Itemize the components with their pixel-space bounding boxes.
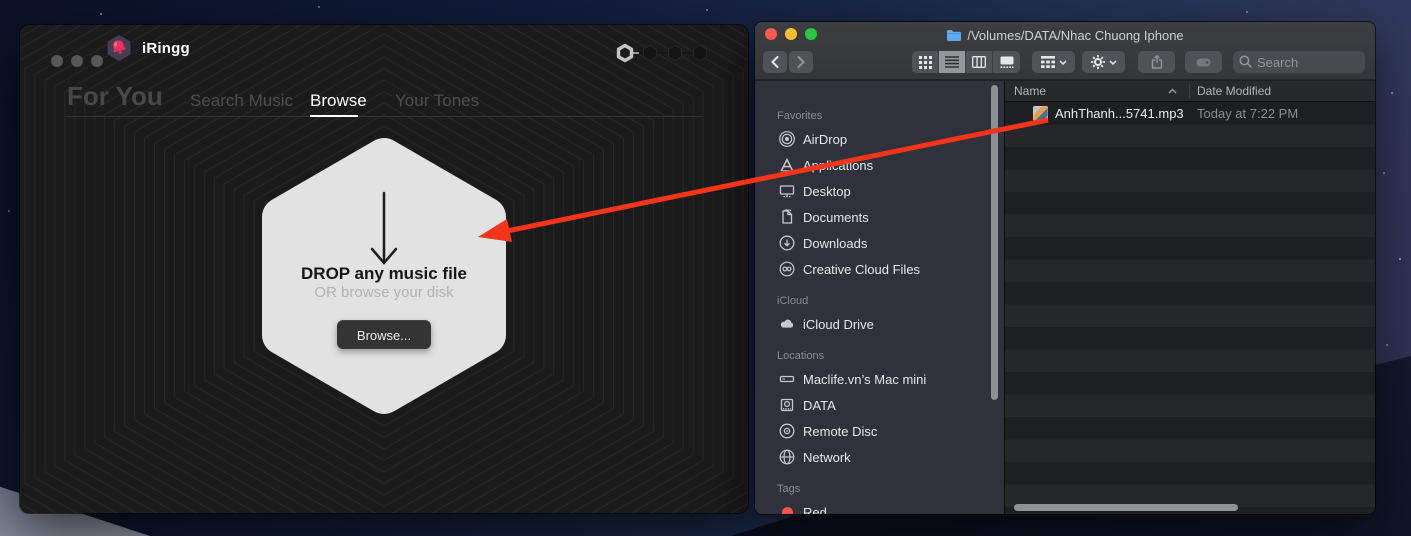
file-name: AnhThanh...5741.mp3 (1055, 106, 1184, 121)
dropzone-title: DROP any music file (234, 264, 534, 284)
tab-separator (65, 116, 703, 117)
list-header: Name Date Modified (1005, 81, 1375, 102)
sidebar-item-applications[interactable]: Applications (779, 153, 986, 177)
sidebar-item-downloads[interactable]: Downloads (779, 231, 986, 255)
downloads-icon (779, 235, 795, 251)
section-label-favorites: Favorites (777, 110, 822, 122)
list-body: AnhThanh...5741.mp3 Today at 7:22 PM (1005, 102, 1375, 514)
column-header-date-modified[interactable]: Date Modified (1197, 84, 1271, 98)
window-title: /Volumes/DATA/Nhac Chuong Iphone (967, 28, 1183, 43)
tag-button[interactable] (1185, 51, 1222, 73)
column-header-name[interactable]: Name (1014, 84, 1046, 98)
gallery-view-button[interactable] (993, 51, 1020, 73)
step-3[interactable] (669, 46, 682, 61)
step-4[interactable] (694, 46, 707, 61)
forward-button[interactable] (789, 51, 813, 73)
step-2[interactable] (644, 46, 657, 61)
finder-window: /Volumes/DATA/Nhac Chuong Iphone (755, 22, 1375, 514)
tab-for-you[interactable]: For You (67, 81, 163, 112)
red-tag-icon (782, 507, 793, 515)
star (1383, 172, 1385, 174)
creative-cloud-icon (779, 261, 795, 277)
sort-ascending-icon (1168, 88, 1177, 94)
section-label-icloud: iCloud (777, 295, 808, 307)
step-1-active[interactable] (619, 46, 632, 61)
dropzone-subtitle: OR browse your disk (234, 284, 534, 301)
sidebar-item-documents[interactable]: Documents (779, 205, 986, 229)
column-view-button[interactable] (966, 51, 993, 73)
star (1399, 258, 1401, 260)
iringg-window: iRingg For You Search Music Browse Your … (20, 25, 748, 513)
tab-browse[interactable]: Browse (310, 91, 367, 111)
chevron-down-icon (1059, 60, 1067, 65)
tab-search-music[interactable]: Search Music (190, 91, 293, 111)
iringg-logo-icon (105, 34, 133, 62)
finder-titlebar: /Volumes/DATA/Nhac Chuong Iphone (755, 22, 1375, 48)
tab-your-tones[interactable]: Your Tones (395, 91, 479, 111)
browse-button[interactable]: Browse... (337, 320, 431, 349)
search-icon (1239, 55, 1252, 68)
icon-view-button[interactable] (912, 51, 939, 73)
progress-stepper[interactable] (605, 40, 725, 66)
star (100, 13, 102, 15)
app-title: iRingg (142, 40, 190, 57)
zoom-button[interactable] (91, 55, 103, 67)
window-controls[interactable] (51, 55, 103, 67)
tag-icon (1196, 58, 1211, 67)
sidebar-item-tag-red[interactable]: Red (779, 500, 986, 514)
remote-disc-icon (779, 423, 795, 439)
star (8, 210, 10, 212)
star (1391, 92, 1393, 94)
desktop-icon (779, 183, 795, 199)
group-by-button[interactable] (1032, 51, 1075, 73)
applications-icon (779, 157, 795, 173)
minimize-button[interactable] (71, 55, 83, 67)
airdrop-icon (779, 131, 795, 147)
desktop: { "desktop": { "arrow_color": "#f5341a",… (0, 0, 1411, 536)
sidebar-item-mac-mini[interactable]: Maclife.vn’s Mac mini (779, 367, 986, 391)
file-date-modified: Today at 7:22 PM (1197, 106, 1298, 121)
finder-sidebar: Favorites AirDrop Applications Desktop D… (755, 81, 1005, 514)
share-button[interactable] (1138, 51, 1175, 73)
file-list: Name Date Modified AnhThanh...5741.mp3 T… (1005, 81, 1375, 514)
star (706, 9, 708, 11)
icloud-icon (779, 316, 795, 332)
section-label-locations: Locations (777, 350, 824, 362)
list-view-button[interactable] (939, 51, 966, 73)
chevron-down-icon (1109, 60, 1117, 65)
share-icon (1151, 55, 1163, 69)
close-button[interactable] (51, 55, 63, 67)
sidebar-item-network[interactable]: Network (779, 445, 986, 469)
mac-mini-icon (779, 371, 795, 387)
search-input[interactable] (1233, 51, 1365, 73)
action-gear-button[interactable] (1082, 51, 1125, 73)
star (1246, 11, 1248, 13)
star (318, 6, 320, 8)
documents-icon (779, 209, 795, 225)
file-row[interactable]: AnhThanh...5741.mp3 Today at 7:22 PM (1005, 102, 1375, 125)
folder-icon (946, 29, 962, 42)
column-divider[interactable] (1189, 84, 1190, 98)
external-drive-icon (779, 397, 795, 413)
network-globe-icon (779, 449, 795, 465)
view-switcher (912, 51, 1020, 73)
horizontal-scrollbar[interactable] (1014, 504, 1238, 511)
search-field[interactable] (1233, 51, 1365, 73)
sidebar-item-remote-disc[interactable]: Remote Disc (779, 419, 986, 443)
star (1386, 344, 1388, 346)
active-tab-underline (310, 115, 358, 117)
sidebar-item-icloud-drive[interactable]: iCloud Drive (779, 312, 986, 336)
back-button[interactable] (763, 51, 787, 73)
sidebar-item-desktop[interactable]: Desktop (779, 179, 986, 203)
mp3-file-icon (1033, 106, 1048, 121)
sidebar-item-data-drive[interactable]: DATA (779, 393, 986, 417)
sidebar-item-airdrop[interactable]: AirDrop (779, 127, 986, 151)
sidebar-scrollbar[interactable] (991, 85, 998, 400)
section-label-tags: Tags (777, 483, 800, 495)
sidebar-item-creative-cloud[interactable]: Creative Cloud Files (779, 257, 986, 281)
gear-icon (1091, 55, 1105, 69)
